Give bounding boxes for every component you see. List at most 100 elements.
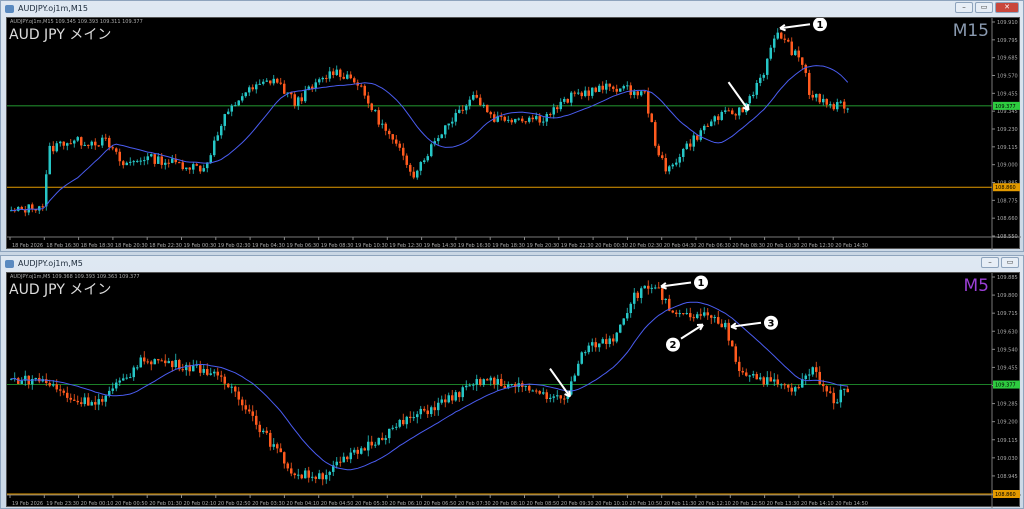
bear-candle — [825, 386, 828, 392]
bull-candle — [601, 339, 604, 344]
bull-candle — [153, 359, 156, 365]
bull-candle — [650, 287, 653, 289]
minimize-button[interactable]: – — [981, 257, 999, 268]
bull-candle — [377, 437, 380, 445]
bear-candle — [367, 95, 370, 104]
bull-candle — [475, 379, 478, 385]
m15-chart[interactable]: 109.910 109.795 109.685 109.570 109.455 109.3… — [6, 17, 1021, 250]
close-button[interactable]: ✕ — [995, 2, 1019, 13]
bear-candle — [307, 470, 310, 478]
bid-price-label: 109.377 — [995, 383, 1016, 389]
bull-candle — [132, 161, 135, 163]
bear-candle — [181, 369, 184, 371]
time-label: 20 Feb 12:10 — [698, 501, 731, 507]
bull-candle — [514, 118, 517, 123]
time-label: 20 Feb 06:30 — [698, 243, 731, 249]
bear-candle — [734, 346, 737, 362]
bull-candle — [759, 377, 762, 380]
bear-candle — [825, 98, 828, 105]
bull-candle — [38, 206, 41, 211]
price-label: 109.570 — [997, 74, 1018, 80]
bull-candle — [202, 369, 205, 373]
m5-chart[interactable]: 109.885 109.800 109.715 109.630 109.540 109.4… — [6, 272, 1021, 508]
bear-candle — [689, 313, 692, 318]
bull-candle — [713, 317, 716, 319]
bull-candle — [346, 74, 349, 79]
time-label: 19 Feb 20:30 — [527, 243, 560, 249]
bull-candle — [822, 98, 825, 103]
bear-candle — [832, 104, 835, 110]
bull-candle — [559, 101, 562, 110]
bear-candle — [797, 50, 800, 58]
bear-candle — [398, 143, 401, 148]
bear-candle — [381, 437, 384, 440]
bear-candle — [776, 379, 779, 385]
bull-candle — [685, 313, 688, 315]
bull-candle — [482, 379, 485, 385]
bull-candle — [640, 91, 643, 96]
bull-candle — [384, 438, 387, 440]
bull-candle — [136, 160, 139, 162]
maximize-button[interactable]: ▭ — [975, 2, 993, 13]
bear-candle — [661, 155, 664, 159]
time-label: 20 Feb 10:50 — [629, 501, 662, 507]
bull-candle — [542, 121, 545, 123]
bear-candle — [741, 371, 744, 373]
bear-candle — [671, 310, 674, 313]
bear-candle — [171, 361, 174, 368]
bear-candle — [111, 147, 114, 149]
bear-candle — [290, 468, 293, 474]
bull-candle — [685, 143, 688, 149]
time-label: 20 Feb 04:10 — [286, 501, 319, 507]
time-label: 19 Feb 08:30 — [321, 243, 354, 249]
bull-candle — [668, 166, 671, 172]
bear-candle — [115, 148, 118, 152]
bull-candle — [391, 427, 394, 429]
bear-candle — [479, 97, 482, 106]
bear-candle — [699, 314, 702, 316]
bear-candle — [549, 114, 552, 116]
bear-candle — [356, 449, 359, 454]
bull-candle — [416, 414, 419, 418]
bull-candle — [703, 312, 706, 316]
bear-candle — [108, 137, 111, 148]
bull-candle — [146, 156, 149, 161]
bull-candle — [104, 395, 107, 402]
bull-candle — [675, 162, 678, 165]
minimize-button[interactable]: – — [955, 2, 973, 13]
bear-candle — [237, 391, 240, 400]
bear-candle — [559, 395, 562, 399]
maximize-button[interactable]: ▭ — [1001, 257, 1019, 268]
time-label: 20 Feb 03:30 — [252, 501, 285, 507]
bull-candle — [472, 384, 475, 386]
bear-candle — [342, 76, 345, 79]
bull-candle — [444, 125, 447, 135]
bull-candle — [115, 382, 118, 389]
bear-candle — [199, 364, 202, 373]
bull-candle — [626, 313, 629, 319]
bear-candle — [727, 110, 730, 112]
bear-candle — [734, 114, 737, 116]
bull-candle — [570, 92, 573, 103]
bear-candle — [790, 41, 793, 56]
bear-candle — [657, 287, 660, 289]
bull-candle — [244, 92, 247, 97]
bull-candle — [563, 98, 566, 102]
bear-candle — [395, 139, 398, 144]
bull-candle — [808, 374, 811, 376]
time-label: 18 Feb 20:30 — [115, 243, 148, 249]
bear-candle — [234, 386, 237, 392]
bear-candle — [458, 392, 461, 398]
bear-candle — [269, 80, 272, 84]
bear-candle — [167, 162, 170, 164]
bull-candle — [216, 135, 219, 141]
bull-candle — [118, 380, 121, 383]
bull-candle — [66, 143, 69, 146]
number-badge-label: 2 — [670, 340, 677, 351]
price-label: 109.540 — [997, 347, 1018, 353]
bull-candle — [843, 388, 846, 390]
bear-candle — [181, 162, 184, 170]
bear-candle — [657, 145, 660, 156]
bear-candle — [391, 134, 394, 140]
bull-candle — [209, 373, 212, 375]
